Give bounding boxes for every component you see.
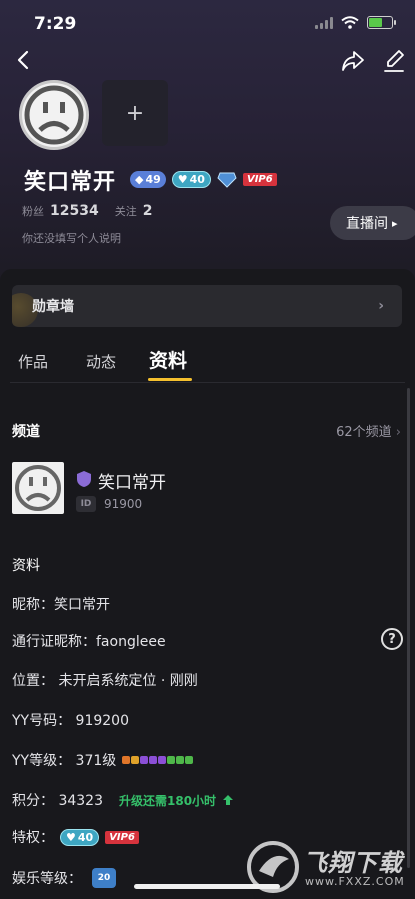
- status-icons: [315, 16, 396, 29]
- back-icon[interactable]: [12, 48, 36, 72]
- sad-face-icon: [15, 465, 61, 511]
- noble-badge: ♥ 40: [60, 828, 100, 846]
- entertainment-label: 娱乐等级：: [12, 871, 82, 887]
- fans-count[interactable]: 12534: [50, 203, 99, 219]
- profile-badges: ◆ 49 ♥ 40 VIP6: [130, 171, 277, 188]
- status-time: 7:29: [34, 14, 77, 34]
- upgrade-hint: 升级还需180小时: [119, 793, 217, 808]
- vip-badge: VIP6: [105, 830, 139, 844]
- info-heading: 资料: [12, 558, 40, 574]
- profile-stats: 粉丝 12534 关注 2: [22, 203, 162, 219]
- following-label: 关注: [114, 205, 137, 218]
- tab-works[interactable]: 作品: [18, 351, 48, 372]
- following-count[interactable]: 2: [143, 203, 153, 219]
- watermark: 飞翔下载 www.FXXZ.COM: [245, 835, 415, 899]
- edit-icon[interactable]: [382, 48, 406, 74]
- channel-count-link[interactable]: 62个频道 ›: [336, 421, 401, 440]
- gem-icon: [217, 172, 237, 188]
- yy-number-row: YY号码： 919200: [12, 713, 129, 729]
- nickname-row: 昵称：笑口常开: [12, 597, 110, 613]
- tabs-divider: [10, 382, 405, 383]
- channel-name[interactable]: 笑口常开: [98, 468, 166, 493]
- tab-activity[interactable]: 动态: [86, 351, 116, 372]
- noble-badge: ♥ 40: [171, 171, 211, 188]
- id-tag: ID: [76, 496, 96, 512]
- watermark-text: 飞翔下载: [303, 849, 403, 877]
- heart-icon: ♥: [66, 830, 76, 844]
- wifi-icon: [341, 16, 359, 29]
- help-icon[interactable]: ?: [381, 628, 403, 650]
- yy-level-row: YY等级： 371级: [12, 750, 194, 770]
- points-row: 积分： 34323 升级还需180小时: [12, 790, 234, 810]
- points-text: 积分： 34323: [12, 793, 103, 809]
- channel-count: 62个频道: [336, 425, 392, 440]
- channel-heading: 频道: [12, 424, 40, 440]
- chevron-right-icon: ›: [378, 298, 384, 314]
- live-room-button[interactable]: 直播间 ▸: [330, 206, 415, 240]
- privileges-label: 特权：: [12, 830, 54, 846]
- battery-icon: [367, 16, 396, 29]
- heart-icon: ♥: [177, 173, 188, 186]
- sad-face-icon: [24, 85, 84, 145]
- entertainment-level-badge: 20: [92, 868, 116, 888]
- fans-label: 粉丝: [22, 205, 44, 218]
- passport-nickname-row: 通行证昵称：faongleee: [12, 634, 166, 650]
- yy-level-text: YY等级： 371级: [12, 753, 117, 769]
- profile-bio: 你还没填写个人说明: [22, 232, 121, 245]
- profile-name: 笑口常开: [24, 170, 117, 195]
- tab-profile-info[interactable]: 资料: [149, 346, 187, 373]
- location-row: 位置： 未开启系统定位 · 刚刚: [12, 673, 198, 689]
- up-arrow-icon: [223, 795, 234, 805]
- channel-avatar[interactable]: [12, 462, 64, 514]
- watermark-site: www.FXXZ.COM: [305, 875, 405, 888]
- home-indicator[interactable]: [134, 884, 280, 889]
- level-medals-icon: [122, 756, 194, 764]
- medal-wall-label: 勋章墙: [32, 299, 74, 315]
- add-photo-button[interactable]: +: [102, 80, 168, 146]
- level-badge: ◆ 49: [130, 171, 166, 188]
- signal-icon: [315, 16, 333, 29]
- vip-badge: VIP6: [242, 173, 277, 186]
- chevron-right-icon: ›: [395, 425, 401, 440]
- share-icon[interactable]: [340, 48, 366, 74]
- scrollbar[interactable]: [407, 388, 410, 868]
- profile-avatar[interactable]: [19, 80, 89, 150]
- entertainment-level-row: 娱乐等级： 20: [12, 868, 116, 888]
- shield-icon: [77, 471, 91, 487]
- profile-tabs: 作品 动态 资料: [0, 345, 415, 383]
- live-room-label: 直播间: [346, 216, 388, 232]
- active-tab-indicator: [148, 378, 192, 381]
- play-arrow-icon: ▸: [392, 216, 398, 230]
- diamond-icon: ◆: [135, 173, 144, 186]
- medal-wall-entry[interactable]: 勋章墙 ›: [12, 285, 402, 327]
- status-bar: 7:29: [0, 0, 415, 46]
- channel-id: 91900: [104, 497, 143, 511]
- privileges-row: 特权： ♥ 40 VIP6: [12, 827, 139, 847]
